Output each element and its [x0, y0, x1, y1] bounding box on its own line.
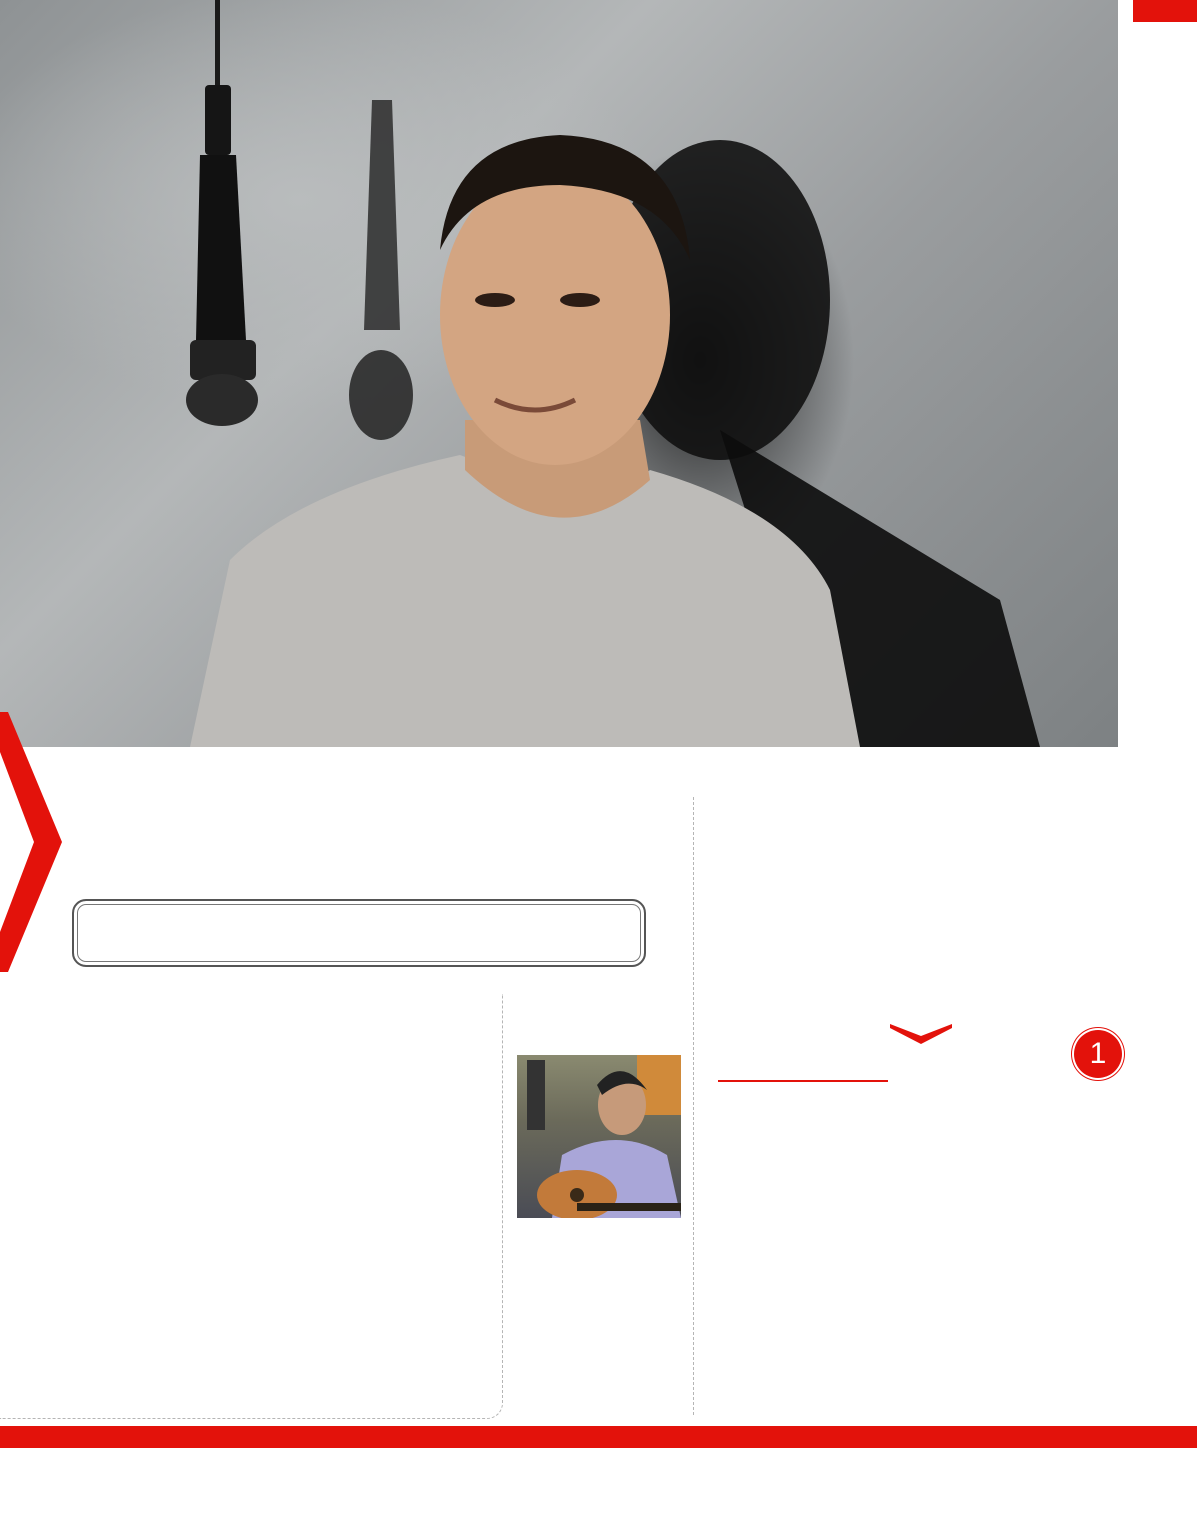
sidebar-frame	[0, 994, 503, 1419]
number-badge: 1	[1074, 1030, 1122, 1078]
guitar-photo	[517, 1055, 681, 1218]
corner-tab	[1133, 0, 1197, 22]
guitar-illustration	[527, 1055, 681, 1218]
pull-quote-box	[72, 899, 646, 967]
column-divider	[693, 797, 694, 1415]
chevron-down-icon	[890, 1024, 952, 1044]
hero-photo	[0, 0, 1118, 747]
section-rule	[718, 1080, 888, 1082]
chevron-right-icon	[0, 712, 62, 972]
footer-band	[0, 1426, 1197, 1448]
hero-illustration	[186, 0, 1040, 747]
